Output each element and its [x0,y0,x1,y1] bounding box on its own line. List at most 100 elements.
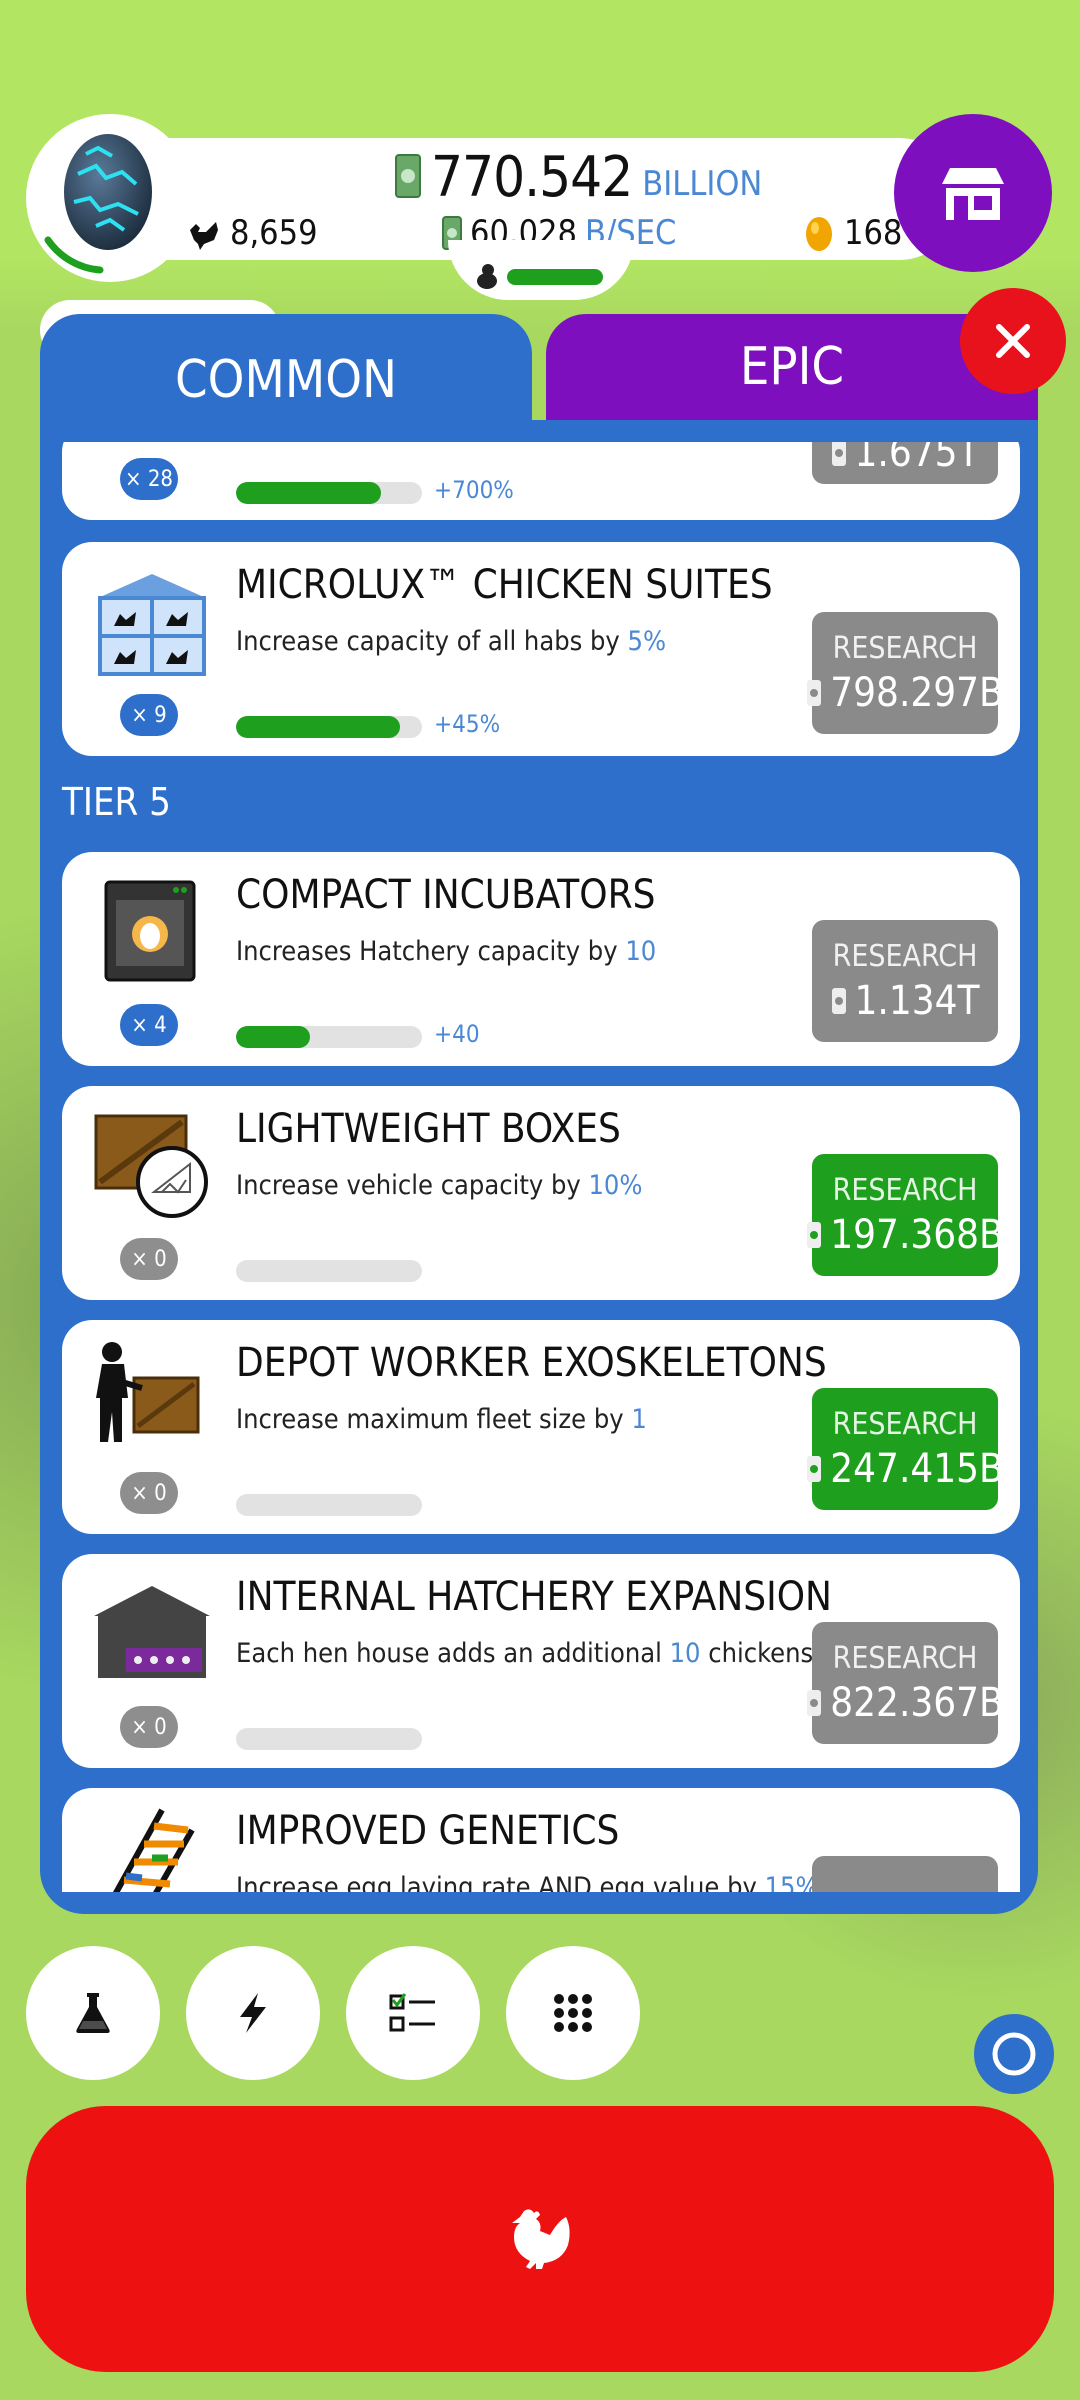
research-progress-bar [236,1728,422,1750]
chicken-icon [190,222,218,250]
research-button-label: RESEARCH [832,938,978,974]
research-progress-bar [236,716,422,738]
research-button[interactable]: RESEARCH [812,1856,998,1892]
cash-icon [807,1455,822,1482]
research-card-hatchery-expansion: × 0 INTERNAL HATCHERY EXPANSION Each hen… [62,1554,1020,1768]
chicken-count: 8,659 [230,213,318,253]
research-bonus: +40 [434,1020,480,1048]
boosts-nav-button[interactable] [186,1946,320,2080]
research-button-label: RESEARCH [832,1406,978,1442]
egg-avatar[interactable] [26,114,194,282]
incubator-icon [104,880,196,982]
close-button[interactable] [960,288,1066,394]
research-count-badge: × 4 [120,1004,178,1046]
research-title: LIGHTWEIGHT BOXES [236,1106,621,1152]
research-count-badge: × 9 [120,694,178,736]
research-button[interactable]: RESEARCH 798.297B [807,612,1004,734]
flask-icon [76,1993,110,2033]
shop-icon [942,168,1004,220]
cash-icon [831,442,846,466]
missions-nav-button[interactable] [346,1946,480,2080]
checklist-icon [389,1993,435,2032]
research-progress-bar [236,482,422,504]
research-bonus: +700% [434,476,514,504]
research-nav-button[interactable] [26,1946,160,2080]
box-icon [94,1114,208,1218]
lightning-icon [240,1993,266,2033]
golden-egg-count: 168 [844,213,903,253]
research-button-label: RESEARCH [832,630,978,666]
close-icon [996,324,1030,358]
research-count-badge: × 28 [120,458,178,500]
research-bonus: +45% [434,710,501,738]
cash-icon [807,1221,822,1248]
hatchery-progress-bar [507,269,603,285]
research-card-compact-incubators: × 4 COMPACT INCUBATORS Increases Hatcher… [62,852,1020,1066]
money-display: 770.542 BILLION [395,140,762,210]
golden-egg-display: 168 [804,210,902,256]
research-description: Increase vehicle capacity by 10% [236,1170,643,1201]
research-button[interactable]: 1.675T [812,442,998,484]
money-unit: BILLION [642,164,763,204]
research-button[interactable]: RESEARCH 197.368B [807,1154,1004,1276]
research-cost: 822.367B [830,1679,1004,1726]
research-progress-fill [236,716,400,738]
chicken-count-display: 8,659 [186,210,318,256]
research-progress-fill [236,1026,311,1048]
research-progress-bar [236,1026,422,1048]
research-progress-fill [236,482,382,504]
research-button[interactable]: RESEARCH 822.367B [807,1622,1004,1744]
research-card-microlux: × 9 MICROLUX™ CHICKEN SUITES Increase ca… [62,542,1020,756]
research-card-lightweight-boxes: × 0 LIGHTWEIGHT BOXES Increase vehicle c… [62,1086,1020,1300]
research-title: COMPACT INCUBATORS [236,872,656,918]
research-card-partial: × 28 +700% 1.675T [62,442,1020,520]
money-amount: 770.542 [431,145,633,210]
research-button-label: RESEARCH [832,1640,978,1676]
cash-icon [395,154,421,198]
research-button[interactable]: RESEARCH 1.134T [812,920,998,1042]
tier-label: TIER 5 [62,780,171,824]
cash-icon [807,679,822,706]
cash-icon [831,987,846,1014]
research-title: INTERNAL HATCHERY EXPANSION [236,1574,832,1620]
research-description: Each hen house adds an additional 10 chi… [236,1638,868,1669]
menu-nav-button[interactable] [506,1946,640,2080]
research-description: Increase maximum fleet size by 1 [236,1404,647,1435]
research-cost: 798.297B [830,669,1004,716]
research-card-improved-genetics: IMPROVED GENETICS Increase egg laying ra… [62,1788,1020,1892]
research-button-label: RESEARCH [832,1172,978,1208]
shop-button[interactable] [894,114,1052,272]
camera-button[interactable] [974,2014,1054,2094]
research-title: DEPOT WORKER EXOSKELETONS [236,1340,827,1386]
exoskeleton-worker-icon [96,1342,200,1442]
grid-icon [554,1994,592,2032]
chicken-icon [512,2209,570,2269]
ring-icon [992,2032,1036,2076]
tab-common[interactable]: COMMON [40,314,532,446]
hen-house-icon [94,1586,210,1678]
research-count-badge: × 0 [120,1706,178,1748]
research-cost: 197.368B [830,1211,1004,1258]
research-progress-bar [236,1494,422,1516]
research-description: Increase capacity of all habs by 5% [236,626,667,657]
chicken-suites-icon [98,574,206,676]
research-card-exoskeletons: × 0 DEPOT WORKER EXOSKELETONS Increase m… [62,1320,1020,1534]
research-list[interactable]: × 28 +700% 1.675T × 9 MICROLUX™ CHICKEN … [40,442,1038,1892]
hatch-chicken-button[interactable] [26,2106,1054,2372]
chick-icon [477,264,497,289]
dna-icon [113,1808,195,1892]
research-title: MICROLUX™ CHICKEN SUITES [236,562,773,608]
golden-egg-icon [806,217,832,251]
research-title: IMPROVED GENETICS [236,1808,620,1854]
research-cost: 247.415B [830,1445,1004,1492]
egg-icon [44,134,152,274]
research-button[interactable]: RESEARCH 247.415B [807,1388,1004,1510]
research-cost: 1.675T [854,442,980,476]
research-description: Increase egg laying rate AND egg value b… [236,1872,819,1892]
research-count-badge: × 0 [120,1238,178,1280]
research-cost: 1.134T [854,977,980,1024]
research-progress-bar [236,1260,422,1282]
research-description: Increases Hatchery capacity by 10 [236,936,657,967]
research-count-badge: × 0 [120,1472,178,1514]
cash-icon [807,1689,822,1716]
